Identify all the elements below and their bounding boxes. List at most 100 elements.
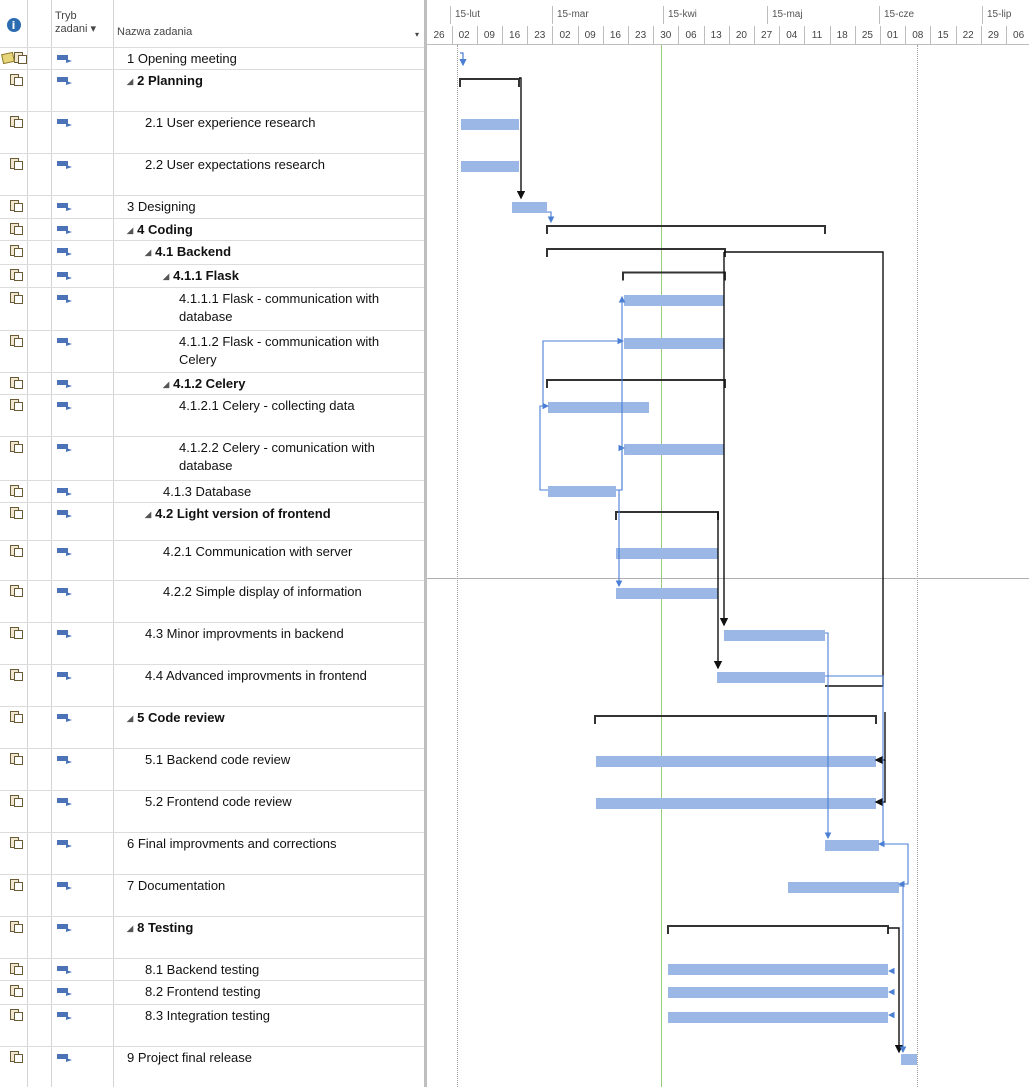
summary-bar[interactable] xyxy=(546,225,826,234)
table-row[interactable]: 4.4 Advanced improvments in frontend xyxy=(0,664,427,706)
task-name-cell[interactable]: 3 Designing xyxy=(127,198,420,216)
auto-scheduled-task-icon[interactable] xyxy=(57,1012,72,1020)
task-name-cell[interactable]: 2.2 User expectations research xyxy=(145,156,420,174)
collapse-triangle-icon[interactable]: ◢ xyxy=(145,244,151,262)
task-name-cell[interactable]: 5.1 Backend code review xyxy=(145,751,420,769)
task-name-cell[interactable]: 8.3 Integration testing xyxy=(145,1007,420,1025)
task-name-cell[interactable]: 4.1.3 Database xyxy=(163,483,420,501)
task-name-cell[interactable]: 2.1 User experience research xyxy=(145,114,420,132)
auto-scheduled-task-icon[interactable] xyxy=(57,77,72,85)
table-row[interactable]: 4.1.1.2 Flask - communication with Celer… xyxy=(0,330,427,372)
auto-scheduled-task-icon[interactable] xyxy=(57,924,72,932)
task-name-cell[interactable]: ◢ 4.1.1 Flask xyxy=(163,267,420,286)
table-row[interactable]: 4.1.2.2 Celery - comunication with datab… xyxy=(0,436,427,480)
summary-bar[interactable] xyxy=(459,78,520,87)
auto-scheduled-task-icon[interactable] xyxy=(57,380,72,388)
auto-scheduled-task-icon[interactable] xyxy=(57,1054,72,1062)
table-row[interactable]: 4.1.1.1 Flask - communication with datab… xyxy=(0,287,427,330)
task-name-cell[interactable]: 4.1.1.2 Flask - communication with Celer… xyxy=(179,333,420,369)
auto-scheduled-task-icon[interactable] xyxy=(57,55,72,63)
table-row[interactable]: 5.1 Backend code review xyxy=(0,748,427,790)
collapse-triangle-icon[interactable]: ◢ xyxy=(163,268,169,286)
auto-scheduled-task-icon[interactable] xyxy=(57,798,72,806)
table-row[interactable]: 2.1 User experience research xyxy=(0,111,427,153)
auto-scheduled-task-icon[interactable] xyxy=(57,488,72,496)
auto-scheduled-task-icon[interactable] xyxy=(57,161,72,169)
auto-scheduled-task-icon[interactable] xyxy=(57,510,72,518)
table-row[interactable]: 4.1.2.1 Celery - collecting data xyxy=(0,394,427,436)
auto-scheduled-task-icon[interactable] xyxy=(57,714,72,722)
auto-scheduled-task-icon[interactable] xyxy=(57,338,72,346)
task-name-cell[interactable]: 4.1.1.1 Flask - communication with datab… xyxy=(179,290,420,326)
table-row[interactable]: 1 Opening meeting xyxy=(0,47,427,69)
auto-scheduled-task-icon[interactable] xyxy=(57,119,72,127)
auto-scheduled-task-icon[interactable] xyxy=(57,444,72,452)
task-name-cell[interactable]: ◢ 4.2 Light version of frontend xyxy=(145,505,420,524)
task-name-cell[interactable]: 4.4 Advanced improvments in frontend xyxy=(145,667,420,685)
task-name-cell[interactable]: 4.2.2 Simple display of information xyxy=(163,583,420,601)
auto-scheduled-task-icon[interactable] xyxy=(57,588,72,596)
auto-scheduled-task-icon[interactable] xyxy=(57,756,72,764)
task-name-cell[interactable]: 7 Documentation xyxy=(127,877,420,895)
summary-bar[interactable] xyxy=(594,715,877,724)
table-row[interactable]: ◢ 5 Code review xyxy=(0,706,427,748)
table-row[interactable]: 9 Project final release xyxy=(0,1046,427,1087)
table-row[interactable]: ◢ 4.1 Backend xyxy=(0,240,427,264)
task-name-cell[interactable]: ◢ 4.1 Backend xyxy=(145,243,420,262)
collapse-triangle-icon[interactable]: ◢ xyxy=(127,222,133,240)
table-row[interactable]: 7 Documentation xyxy=(0,874,427,916)
task-name-cell[interactable]: ◢ 4 Coding xyxy=(127,221,420,240)
task-name-cell[interactable]: 9 Project final release xyxy=(127,1049,420,1067)
table-row[interactable]: 4.3 Minor improvments in backend xyxy=(0,622,427,664)
auto-scheduled-task-icon[interactable] xyxy=(57,248,72,256)
table-row[interactable]: 2.2 User expectations research xyxy=(0,153,427,195)
collapse-triangle-icon[interactable]: ◢ xyxy=(127,920,133,938)
task-name-cell[interactable]: 4.1.2.2 Celery - comunication with datab… xyxy=(179,439,420,475)
table-row[interactable]: 8.3 Integration testing xyxy=(0,1004,427,1046)
summary-bar[interactable] xyxy=(546,248,726,257)
auto-scheduled-task-icon[interactable] xyxy=(57,548,72,556)
task-name-column-header[interactable]: Nazwa zadania ▾ xyxy=(117,0,425,46)
task-name-cell[interactable]: 4.1.2.1 Celery - collecting data xyxy=(179,397,420,415)
table-row[interactable]: 8.2 Frontend testing xyxy=(0,980,427,1004)
auto-scheduled-task-icon[interactable] xyxy=(57,272,72,280)
summary-bar[interactable] xyxy=(546,379,726,388)
auto-scheduled-task-icon[interactable] xyxy=(57,840,72,848)
summary-bar[interactable] xyxy=(667,925,889,934)
table-row[interactable]: ◢ 8 Testing xyxy=(0,916,427,958)
collapse-triangle-icon[interactable]: ◢ xyxy=(127,73,133,91)
chevron-down-icon[interactable]: ▾ xyxy=(415,30,419,39)
table-row[interactable]: ◢ 4.1.1 Flask xyxy=(0,264,427,287)
task-name-cell[interactable]: 4.2.1 Communication with server xyxy=(163,543,420,561)
task-name-cell[interactable]: ◢ 8 Testing xyxy=(127,919,420,938)
task-mode-column-header[interactable]: Tryb zadani ▾ xyxy=(55,0,113,46)
auto-scheduled-task-icon[interactable] xyxy=(57,966,72,974)
task-name-cell[interactable]: ◢ 5 Code review xyxy=(127,709,420,728)
task-name-cell[interactable]: 8.1 Backend testing xyxy=(145,961,420,979)
collapse-triangle-icon[interactable]: ◢ xyxy=(163,376,169,394)
table-row[interactable]: ◢ 4.2 Light version of frontend xyxy=(0,502,427,540)
auto-scheduled-task-icon[interactable] xyxy=(57,402,72,410)
auto-scheduled-task-icon[interactable] xyxy=(57,295,72,303)
table-row[interactable]: ◢ 4 Coding xyxy=(0,218,427,240)
table-row[interactable]: 4.2.1 Communication with server xyxy=(0,540,427,580)
task-name-cell[interactable]: 6 Final improvments and corrections xyxy=(127,835,420,853)
auto-scheduled-task-icon[interactable] xyxy=(57,630,72,638)
task-name-cell[interactable]: ◢ 4.1.2 Celery xyxy=(163,375,420,394)
table-row[interactable]: 6 Final improvments and corrections xyxy=(0,832,427,874)
auto-scheduled-task-icon[interactable] xyxy=(57,988,72,996)
auto-scheduled-task-icon[interactable] xyxy=(57,226,72,234)
collapse-triangle-icon[interactable]: ◢ xyxy=(127,710,133,728)
auto-scheduled-task-icon[interactable] xyxy=(57,203,72,211)
task-name-cell[interactable]: 8.2 Frontend testing xyxy=(145,983,420,1001)
table-row[interactable]: 8.1 Backend testing xyxy=(0,958,427,980)
table-row[interactable]: 3 Designing xyxy=(0,195,427,218)
collapse-triangle-icon[interactable]: ◢ xyxy=(145,506,151,524)
table-row[interactable]: ◢ 4.1.2 Celery xyxy=(0,372,427,394)
table-row[interactable]: 5.2 Frontend code review xyxy=(0,790,427,832)
summary-bar[interactable] xyxy=(615,511,719,520)
table-row[interactable]: 4.2.2 Simple display of information xyxy=(0,580,427,622)
auto-scheduled-task-icon[interactable] xyxy=(57,882,72,890)
summary-bar[interactable] xyxy=(622,271,726,281)
task-name-cell[interactable]: ◢ 2 Planning xyxy=(127,72,420,91)
